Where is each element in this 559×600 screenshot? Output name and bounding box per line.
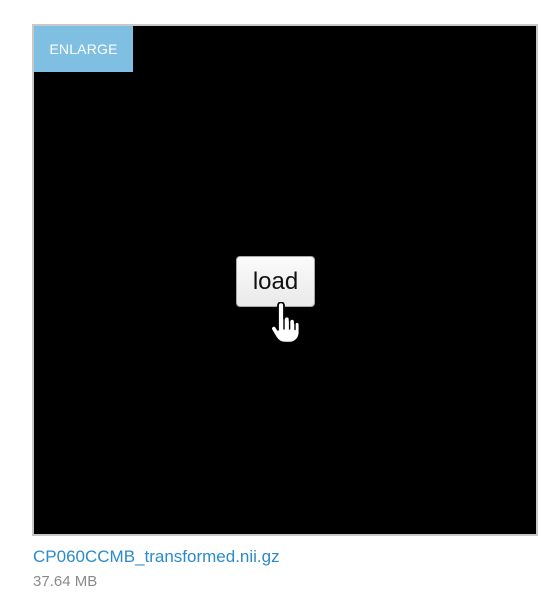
load-button[interactable]: load: [236, 256, 315, 307]
image-viewer-canvas[interactable]: ENLARGE load: [32, 24, 538, 536]
file-size: 37.64 MB: [33, 573, 98, 590]
page: ENLARGE load CP060CCMB_transformed.nii.g…: [0, 0, 559, 600]
file-name-link[interactable]: CP060CCMB_transformed.nii.gz: [33, 547, 280, 567]
hand-pointer-icon: [270, 302, 300, 344]
enlarge-button[interactable]: ENLARGE: [34, 26, 133, 72]
